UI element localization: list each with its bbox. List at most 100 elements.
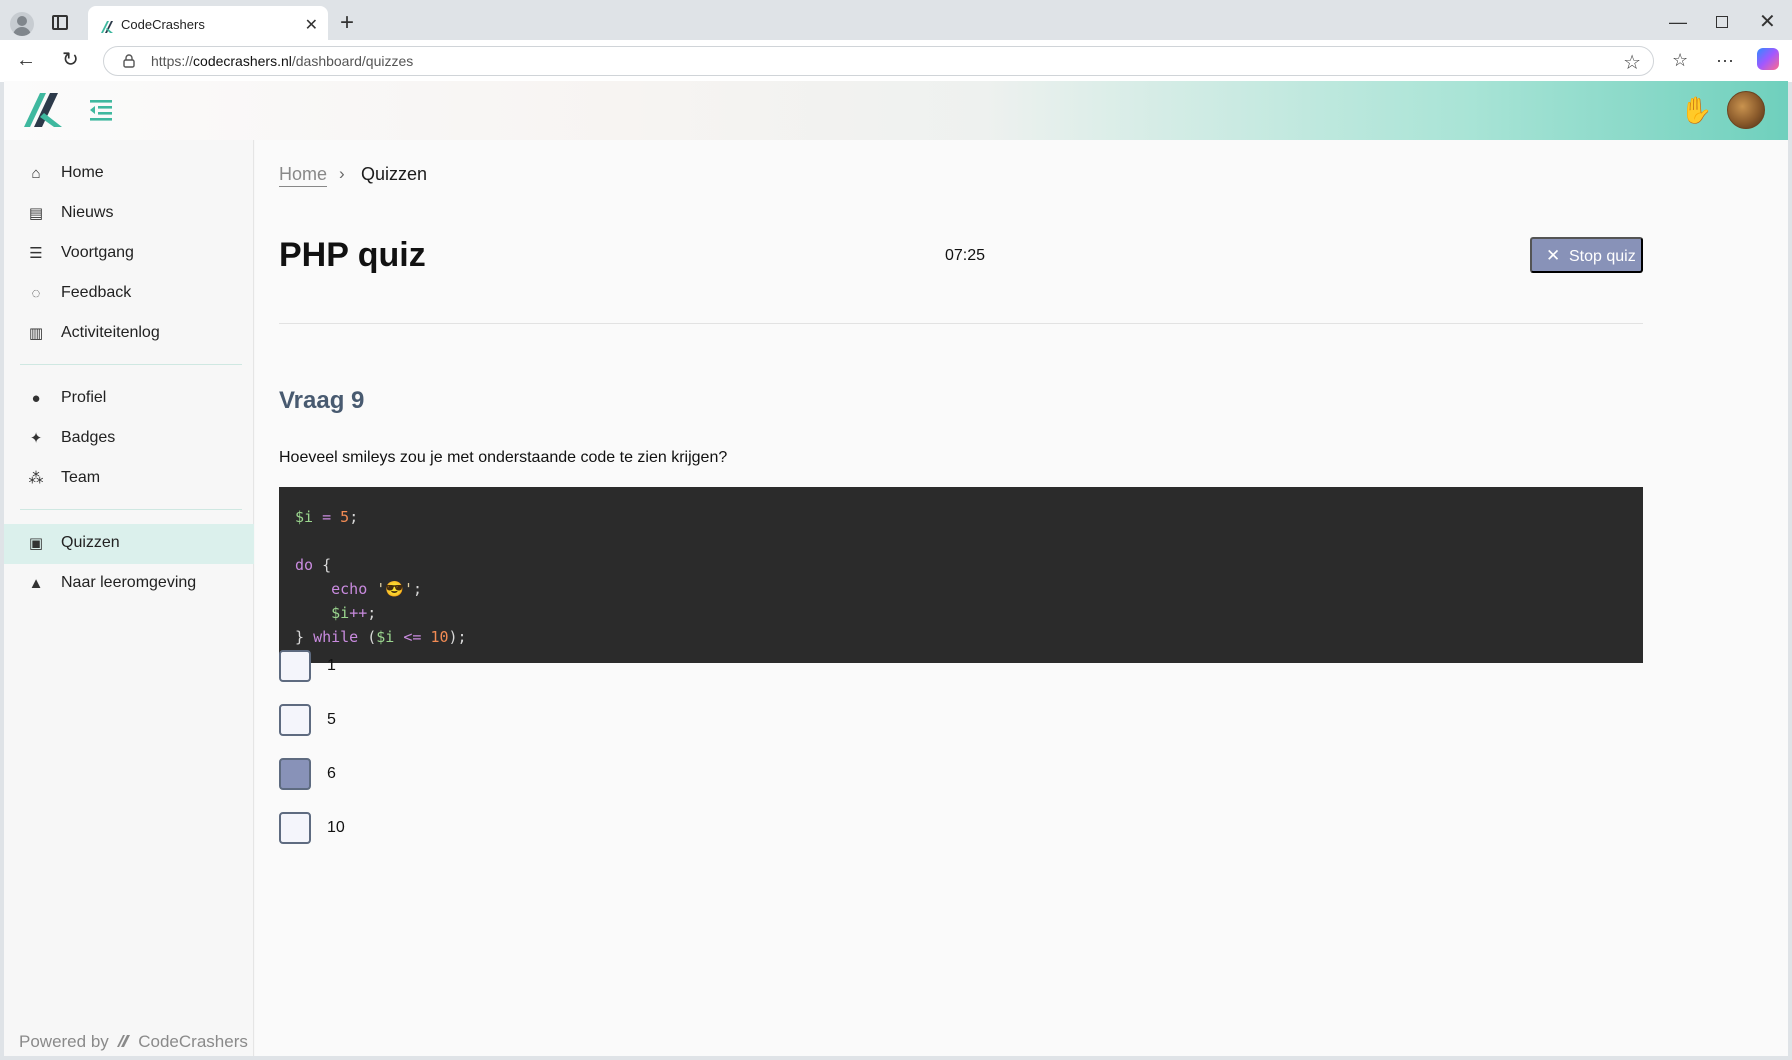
- more-menu-icon[interactable]: ···: [1716, 48, 1734, 72]
- answer-label: 1: [327, 657, 336, 674]
- back-arrow-icon[interactable]: ←: [16, 48, 36, 72]
- answer-option[interactable]: 1: [279, 650, 579, 682]
- sidebar-item-label: Activiteitenlog: [61, 324, 160, 341]
- code-token: '😎': [367, 580, 414, 598]
- sidebar-item-quizzen[interactable]: ▣ Quizzen: [4, 524, 254, 564]
- quiz-timer: 07:25: [945, 247, 986, 264]
- code-token: (: [358, 628, 377, 646]
- new-tab-button[interactable]: +: [340, 9, 354, 37]
- code-token: $i: [376, 628, 395, 646]
- sidebar-divider: [20, 364, 242, 365]
- copilot-icon[interactable]: [1757, 48, 1779, 70]
- breadcrumb-chevron-icon: ›: [339, 164, 345, 183]
- browser-profile-icon[interactable]: [10, 12, 34, 36]
- question-number: Vraag 9: [279, 387, 365, 414]
- code-token: ;: [349, 508, 359, 526]
- sidebar-divider: [20, 509, 242, 510]
- sidebar-item-label: Team: [61, 469, 101, 486]
- answer-option[interactable]: 5: [279, 704, 579, 736]
- url-text: https://codecrashers.nl/dashboard/quizze…: [151, 53, 414, 69]
- sidebar-item-home[interactable]: ⌂ Home: [4, 154, 254, 194]
- code-line: } while ($i <= 10);: [295, 625, 1627, 649]
- code-token: 5: [340, 508, 350, 526]
- window-maximize-icon[interactable]: [1716, 16, 1728, 28]
- codecrashers-favicon-icon: [101, 21, 113, 33]
- code-line: do {: [295, 553, 1627, 577]
- sidebar-item-feedback[interactable]: ◌ Feedback: [4, 274, 254, 314]
- home-icon: ⌂: [31, 165, 41, 182]
- team-icon: ⁂: [28, 470, 44, 487]
- sidebar-item-activiteitenlog[interactable]: ▥ Activiteitenlog: [4, 314, 254, 354]
- tab-actions-icon[interactable]: [52, 15, 68, 30]
- app-header: ✋: [4, 81, 1788, 140]
- codecrashers-logo-icon[interactable]: [22, 91, 66, 129]
- sidebar-item-voortgang[interactable]: ☰ Voortgang: [4, 234, 254, 274]
- stop-quiz-button[interactable]: ✕ Stop quiz: [1530, 237, 1643, 273]
- stop-quiz-label: Stop quiz: [1569, 248, 1636, 265]
- answer-checkbox[interactable]: [279, 704, 311, 736]
- code-token: 10: [430, 628, 449, 646]
- code-token: do: [295, 556, 314, 574]
- book-open-icon: ▥: [28, 325, 44, 342]
- address-bar[interactable]: https://codecrashers.nl/dashboard/quizze…: [103, 46, 1654, 76]
- sidebar-item-label: Nieuws: [61, 204, 114, 221]
- clipboard-question-icon: ▣: [28, 535, 44, 552]
- page-title: PHP quiz: [279, 236, 426, 274]
- question-text: Hoeveel smileys zou je met onderstaande …: [279, 449, 728, 466]
- chat-bubble-icon: ◌: [31, 285, 41, 302]
- code-token: $i: [331, 604, 350, 622]
- answer-checkbox[interactable]: [279, 758, 311, 790]
- sidebar-item-nieuws[interactable]: ▤ Nieuws: [4, 194, 254, 234]
- code-token: <=: [394, 628, 431, 646]
- sidebar-item-profiel[interactable]: ● Profiel: [4, 379, 254, 419]
- sidebar-item-label: Profiel: [61, 389, 107, 406]
- code-token: $i: [295, 508, 314, 526]
- breadcrumb-current: Quizzen: [361, 164, 428, 184]
- sidebar-item-team[interactable]: ⁂ Team: [4, 459, 254, 499]
- window-close-icon[interactable]: ✕: [1759, 9, 1776, 34]
- code-line: $i++;: [295, 601, 1627, 625]
- sidebar-item-label: Naar leeromgeving: [61, 574, 197, 591]
- answer-option[interactable]: 10: [279, 812, 579, 844]
- answer-checkbox[interactable]: [279, 650, 311, 682]
- tab-close-icon[interactable]: ✕: [305, 15, 318, 35]
- user-icon: ●: [31, 390, 41, 407]
- code-token: ;: [367, 604, 377, 622]
- window-minimize-icon[interactable]: —: [1669, 12, 1687, 33]
- breadcrumb-home-link[interactable]: Home: [279, 164, 328, 187]
- code-token: }: [295, 628, 314, 646]
- sidebar-item-label: Home: [61, 164, 104, 181]
- tab-title: CodeCrashers: [121, 17, 205, 32]
- answer-label: 6: [327, 765, 336, 782]
- answer-option[interactable]: 6: [279, 758, 579, 790]
- favorite-star-icon[interactable]: ☆: [1623, 50, 1641, 75]
- favorites-list-icon[interactable]: ☆: [1672, 48, 1688, 72]
- sidebar-item-label: Voortgang: [61, 244, 134, 261]
- code-line: $i = 5;: [295, 505, 1627, 529]
- code-token: =: [322, 508, 332, 526]
- sidebar-item-naar-leeromgeving[interactable]: ▲ Naar leeromgeving: [4, 564, 254, 604]
- avatar[interactable]: [1727, 91, 1765, 129]
- code-token: );: [448, 628, 467, 646]
- sidebar: ⌂ Home ▤ Nieuws ☰ Voortgang ◌ Feedback ▥…: [4, 140, 254, 1056]
- main-content: Home › Quizzen PHP quiz 07:25 ✕ Stop qui…: [255, 140, 1788, 1056]
- sidebar-item-label: Quizzen: [61, 534, 120, 551]
- reload-icon[interactable]: ↻: [62, 48, 79, 72]
- divider: [279, 323, 1643, 324]
- answer-checkbox[interactable]: [279, 812, 311, 844]
- sidebar-item-badges[interactable]: ✦ Badges: [4, 419, 254, 459]
- menu-toggle-icon[interactable]: [88, 97, 114, 123]
- lock-icon: [123, 54, 135, 68]
- graduation-cap-icon: ▲: [28, 575, 44, 592]
- powered-by: Powered by CodeCrashers: [19, 1032, 248, 1051]
- code-token: echo: [331, 580, 368, 598]
- sidebar-item-label: Feedback: [61, 284, 132, 301]
- list-check-icon: ☰: [29, 245, 43, 262]
- app-window: ✋ ⌂ Home ▤ Nieuws ☰ Voortgang ◌ Feedback…: [4, 81, 1788, 1056]
- badge-icon: ✦: [29, 430, 43, 447]
- waving-hand-icon[interactable]: ✋: [1680, 95, 1712, 125]
